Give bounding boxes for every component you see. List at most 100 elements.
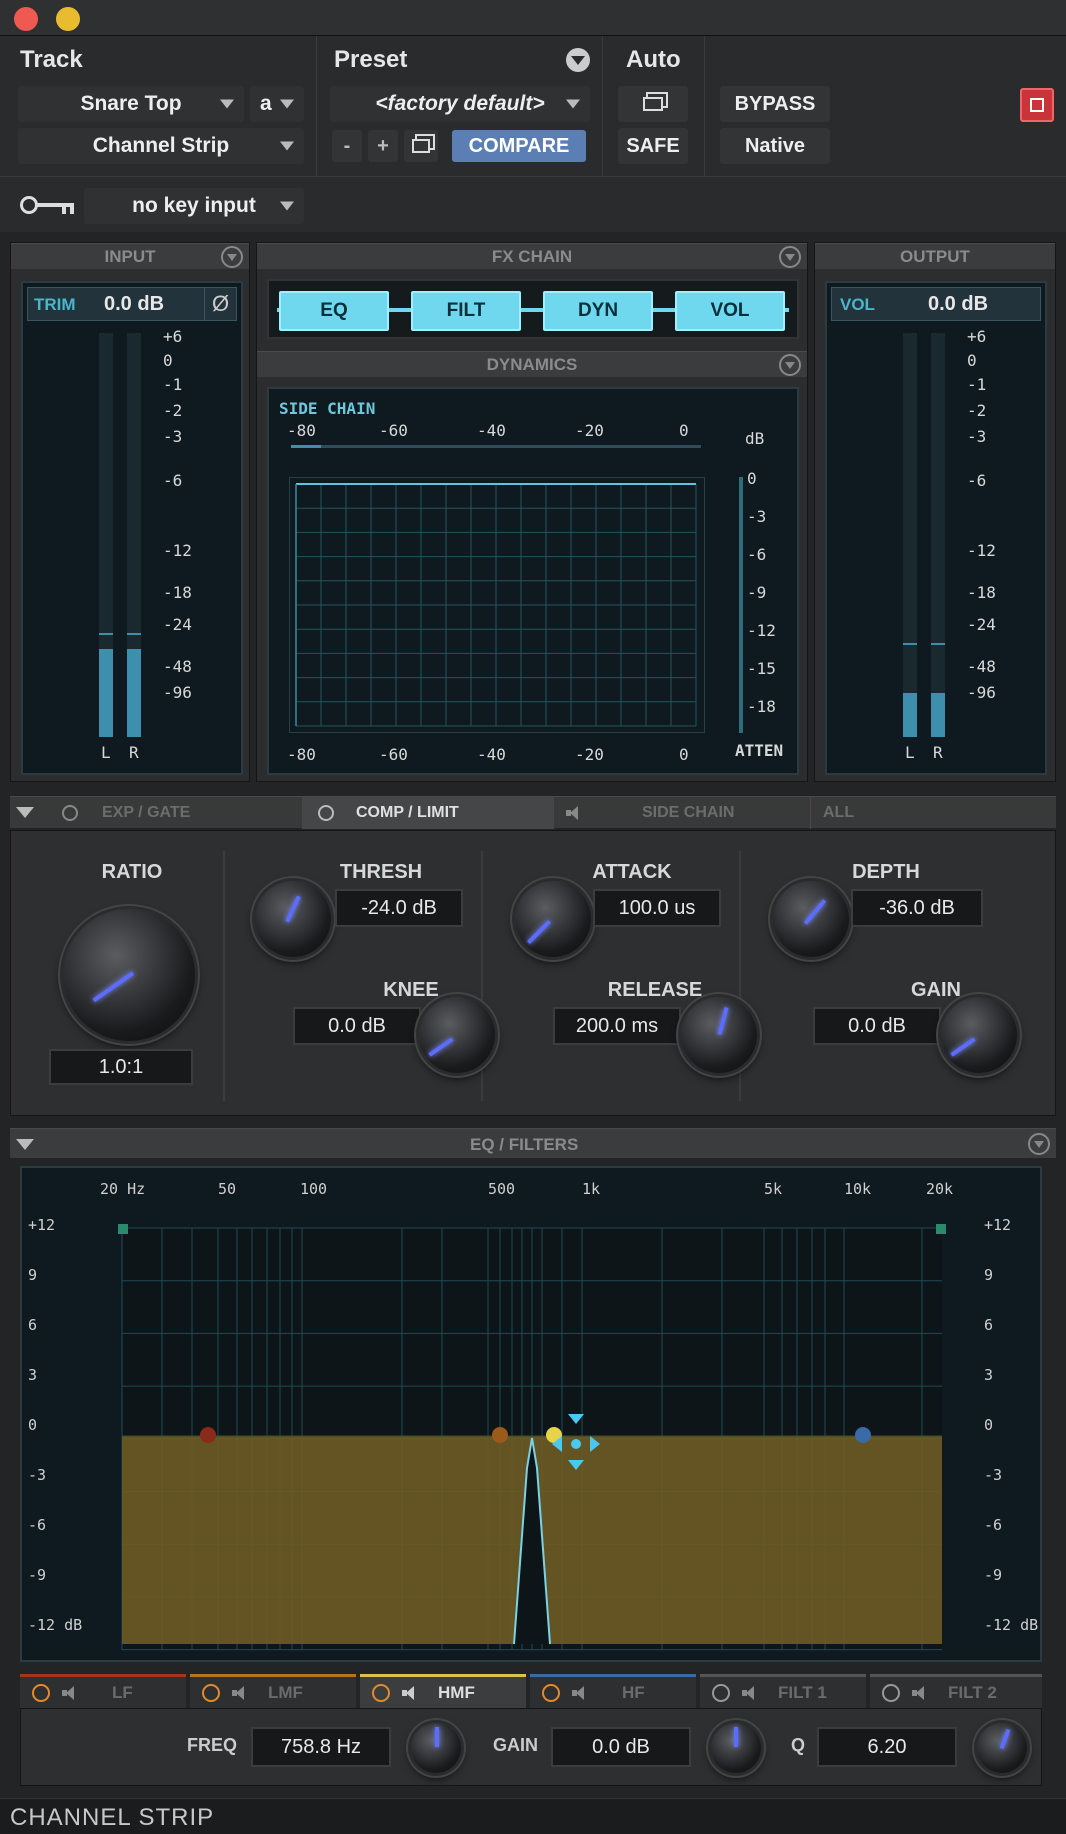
fx-dyn-button[interactable]: DYN [543, 291, 653, 331]
fx-eq-button[interactable]: EQ [279, 291, 389, 331]
input-meter-tick: -1 [163, 375, 183, 394]
band-tab-filt2[interactable]: FILT 2 [870, 1674, 1042, 1708]
compare-button[interactable]: COMPARE [452, 130, 586, 162]
close-window-button[interactable] [14, 7, 38, 31]
minimize-window-button[interactable] [56, 7, 80, 31]
preset-next-button[interactable]: + [368, 130, 398, 162]
output-meter-r [931, 333, 945, 737]
q-value[interactable]: 6.20 [817, 1727, 957, 1767]
thresh-value[interactable]: -24.0 dB [335, 889, 463, 927]
comp-limit-section: RATIO 1.0:1 THRESH -24.0 dB KNEE 0.0 dB … [10, 830, 1056, 1116]
key-icon [20, 194, 76, 216]
tab-exp-gate[interactable]: EXP / GATE [46, 797, 302, 829]
tab-side-chain[interactable]: SIDE CHAIN [554, 797, 810, 829]
preset-menu-icon[interactable] [566, 48, 590, 72]
filt1-listen-icon[interactable] [742, 1685, 756, 1700]
fx-filt-button[interactable]: FILT [411, 291, 521, 331]
dynamics-graph: SIDE CHAIN -80 -60 -40 -20 0 dB 0 -3 -6 -9 -12 -1… [267, 387, 799, 775]
fx-chain-menu-icon[interactable] [779, 246, 801, 268]
freq-value[interactable]: 758.8 Hz [251, 1727, 391, 1767]
plugin-name: Channel Strip [92, 134, 230, 157]
band-tab-filt1[interactable]: FILT 1 [700, 1674, 866, 1708]
comp-limit-power-icon[interactable] [318, 805, 334, 821]
atten-tick: -6 [747, 545, 767, 564]
ratio-value[interactable]: 1.0:1 [49, 1049, 193, 1085]
gain-knob[interactable] [941, 997, 1017, 1073]
tab-comp-limit-label: COMP / LIMIT [356, 804, 459, 821]
lf-power-icon[interactable] [32, 1683, 50, 1702]
hf-power-icon[interactable] [542, 1683, 560, 1702]
plugin-selector[interactable]: Channel Strip [18, 128, 304, 164]
fx-vol-button[interactable]: VOL [675, 291, 785, 331]
side-chain-scale: -80 -60 -40 -20 0 [279, 421, 709, 441]
attack-knob[interactable] [515, 881, 591, 957]
dynamics-collapse-icon[interactable] [16, 807, 34, 818]
input-menu-icon[interactable] [221, 246, 243, 268]
release-value[interactable]: 200.0 ms [553, 1007, 681, 1045]
hpf-handle[interactable] [118, 1224, 128, 1234]
knee-knob[interactable] [419, 997, 495, 1073]
release-label: RELEASE [607, 979, 703, 1001]
lmf-listen-icon[interactable] [232, 1685, 246, 1700]
lf-band-handle[interactable] [200, 1427, 216, 1443]
depth-knob[interactable] [773, 881, 849, 957]
safe-button[interactable]: SAFE [618, 128, 688, 164]
gain-value[interactable]: 0.0 dB [813, 1007, 941, 1045]
depth-value[interactable]: -36.0 dB [851, 889, 983, 927]
track-selector[interactable]: Snare Top [18, 86, 244, 122]
knee-value[interactable]: 0.0 dB [293, 1007, 421, 1045]
band-tab-lf[interactable]: LF [20, 1674, 186, 1708]
band-tab-hf[interactable]: HF [530, 1674, 696, 1708]
eq-collapse-icon[interactable] [16, 1139, 34, 1150]
hmf-power-icon[interactable] [372, 1683, 390, 1702]
lf-listen-icon[interactable] [62, 1685, 76, 1700]
output-meter-tick: -12 [967, 541, 996, 560]
output-meter-tick: -24 [967, 615, 996, 634]
fx-chain-title: FX CHAIN [257, 243, 807, 269]
ratio-knob[interactable] [63, 909, 195, 1041]
attack-value[interactable]: 100.0 us [593, 889, 721, 927]
filt1-power-icon[interactable] [712, 1683, 730, 1702]
freq-knob[interactable] [411, 1723, 461, 1773]
key-input-selector[interactable]: no key input [84, 188, 304, 224]
input-title: INPUT [11, 243, 249, 269]
gain-eq-knob[interactable] [711, 1723, 761, 1773]
plugin-header: Track Preset Auto Snare Top a Channel St… [0, 36, 1066, 232]
preset-selector[interactable]: <factory default> [330, 86, 590, 122]
tab-comp-limit[interactable]: COMP / LIMIT [302, 797, 554, 829]
dynamics-menu-icon[interactable] [779, 354, 801, 376]
band-tab-lmf[interactable]: LMF [190, 1674, 356, 1708]
bypass-button[interactable]: BYPASS [720, 86, 830, 122]
hf-band-handle[interactable] [855, 1427, 871, 1443]
lmf-power-icon[interactable] [202, 1683, 220, 1702]
preset-copy-button[interactable] [404, 130, 438, 162]
phase-invert-button[interactable]: Ø [204, 288, 236, 320]
filt2-power-icon[interactable] [882, 1683, 900, 1702]
release-knob[interactable] [681, 997, 757, 1073]
lmf-band-handle[interactable] [492, 1427, 508, 1443]
gain-eq-value[interactable]: 0.0 dB [551, 1727, 691, 1767]
band-tab-hmf[interactable]: HMF [360, 1674, 526, 1708]
tab-all[interactable]: ALL [810, 797, 1056, 829]
side-chain-listen-icon[interactable] [566, 806, 580, 820]
vol-control[interactable]: VOL 0.0 dB [831, 287, 1041, 321]
output-meter-tick: -6 [967, 471, 987, 490]
thresh-label: THRESH [339, 861, 423, 883]
key-input-value: no key input [132, 194, 256, 217]
eq-menu-icon[interactable] [1028, 1133, 1050, 1155]
input-meter-scale: +6 0 -1 -2 -3 -6 -12 -18 -24 -48 -96 [163, 327, 223, 747]
filt2-listen-icon[interactable] [912, 1685, 926, 1700]
thresh-knob[interactable] [255, 881, 331, 957]
output-meter-scale: +6 0 -1 -2 -3 -6 -12 -18 -24 -48 -96 [967, 327, 1027, 747]
hf-listen-icon[interactable] [572, 1685, 586, 1700]
exp-gate-power-icon[interactable] [62, 805, 78, 821]
hmf-listen-icon[interactable] [402, 1685, 416, 1700]
trim-control[interactable]: TRIM 0.0 dB Ø [27, 287, 237, 321]
preset-previous-button[interactable]: - [332, 130, 362, 162]
q-knob[interactable] [977, 1723, 1027, 1773]
dynamics-title-text: DYNAMICS [486, 354, 578, 374]
automation-button[interactable] [618, 86, 688, 122]
channel-selector[interactable]: a [250, 86, 304, 122]
side-chain-meter [291, 445, 701, 448]
lpf-handle[interactable] [936, 1224, 946, 1234]
